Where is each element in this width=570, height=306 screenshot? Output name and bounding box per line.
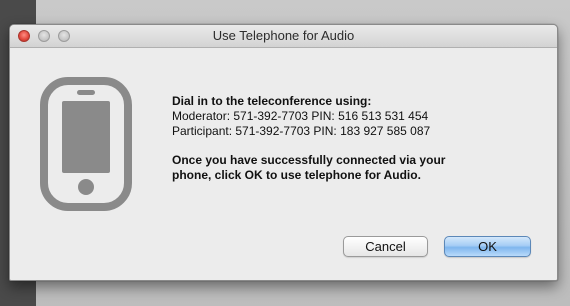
window-title: Use Telephone for Audio [212, 28, 355, 43]
dialog-window: Use Telephone for Audio Dial in to the t… [9, 24, 558, 281]
ok-button[interactable]: OK [444, 236, 531, 257]
instructions-line-1: Once you have successfully connected via… [172, 153, 446, 167]
dialog-message: Dial in to the teleconference using: Mod… [172, 94, 482, 183]
dial-in-heading: Dial in to the teleconference using: [172, 94, 372, 108]
instructions-text: Once you have successfully connected via… [172, 153, 482, 183]
instructions-line-2: phone, click OK to use telephone for Aud… [172, 168, 421, 182]
cancel-button[interactable]: Cancel [343, 236, 428, 257]
mobile-phone-icon [40, 77, 132, 216]
participant-dial-in: Participant: 571-392-7703 PIN: 183 927 5… [172, 124, 431, 138]
title-bar[interactable]: Use Telephone for Audio [10, 25, 557, 48]
moderator-dial-in: Moderator: 571-392-7703 PIN: 516 513 531… [172, 109, 429, 123]
